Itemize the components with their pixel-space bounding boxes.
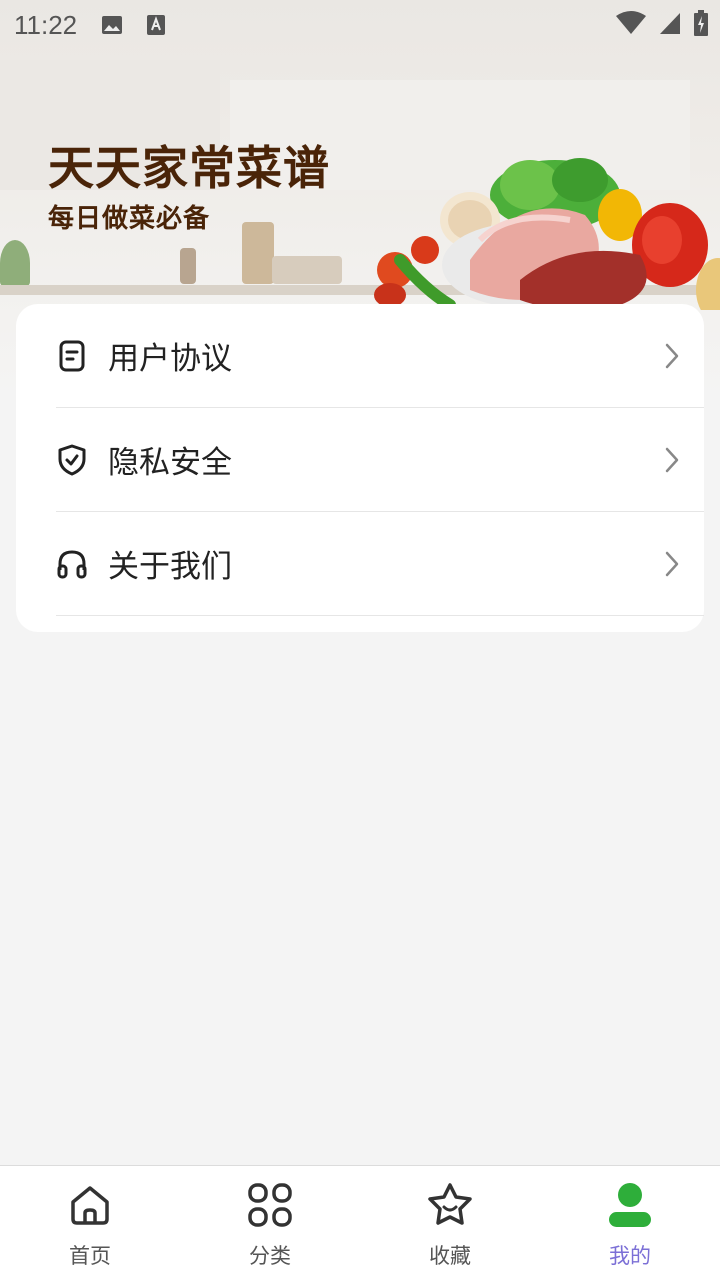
tab-label: 首页	[69, 1244, 111, 1268]
menu-item-privacy[interactable]: 隐私安全	[56, 408, 704, 512]
menu-item-label: 关于我们	[108, 549, 232, 585]
signal-icon	[660, 13, 680, 34]
settings-menu-card: 用户协议 隐私安全 关于我们	[16, 304, 704, 632]
menu-item-label: 隐私安全	[108, 445, 232, 481]
shield-check-icon	[56, 444, 88, 476]
battery-icon	[694, 10, 708, 36]
banner-plant	[0, 240, 30, 286]
user-icon	[605, 1180, 655, 1230]
document-icon	[56, 340, 88, 372]
chevron-right-icon	[665, 551, 679, 577]
banner-bottle	[242, 222, 274, 284]
tab-label: 我的	[609, 1244, 651, 1268]
banner-subtitle: 每日做菜必备	[48, 204, 211, 234]
menu-item-about-us[interactable]: 关于我们	[56, 512, 704, 616]
status-time: 11:22	[14, 9, 78, 40]
tab-favorites[interactable]: 收藏	[360, 1166, 540, 1280]
tab-home[interactable]: 首页	[0, 1166, 180, 1280]
chevron-right-icon	[665, 343, 679, 369]
grid-icon	[245, 1180, 295, 1230]
menu-item-user-agreement[interactable]: 用户协议	[56, 304, 704, 408]
headphones-icon	[56, 548, 88, 580]
wifi-icon	[616, 11, 646, 34]
home-icon	[65, 1180, 115, 1230]
banner-bowl	[272, 256, 342, 284]
tab-label: 分类	[249, 1244, 291, 1268]
accessibility-font-icon	[147, 15, 166, 35]
star-icon	[425, 1180, 475, 1230]
chevron-right-icon	[665, 447, 679, 473]
banner-title: 天天家常菜谱	[48, 141, 330, 195]
vegetables-meat-image	[374, 158, 720, 310]
tab-mine[interactable]: 我的	[540, 1166, 720, 1280]
banner-jar	[180, 248, 196, 284]
tab-category[interactable]: 分类	[180, 1166, 360, 1280]
bottom-tab-bar: 首页 分类 收藏 我的	[0, 1165, 720, 1280]
menu-item-label: 用户协议	[108, 341, 232, 377]
tab-label: 收藏	[429, 1244, 471, 1268]
gallery-icon	[102, 16, 123, 34]
status-bar: 11:22	[0, 0, 720, 50]
